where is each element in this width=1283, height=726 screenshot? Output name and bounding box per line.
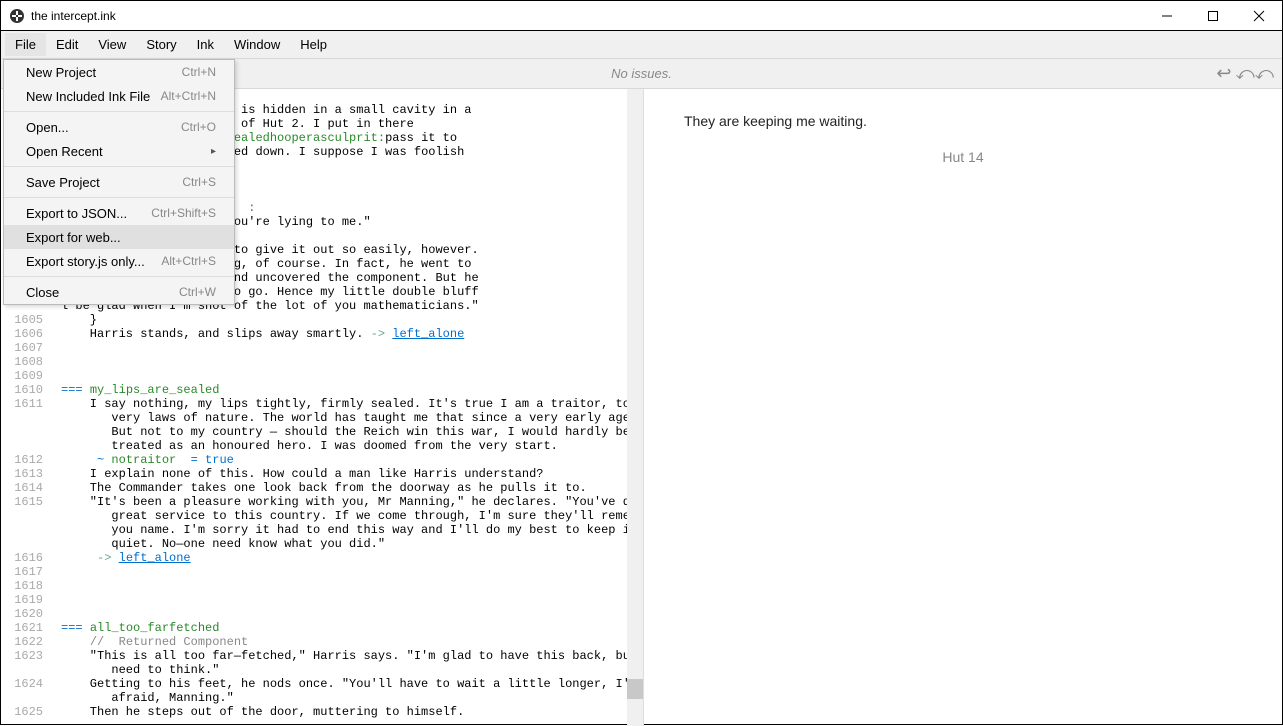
- story-text: They are keeping me waiting.: [684, 113, 1242, 129]
- menu-item-export-for-web-[interactable]: Export for web...: [4, 225, 234, 249]
- window-title: the intercept.ink: [31, 9, 116, 23]
- menu-help[interactable]: Help: [290, 33, 337, 56]
- status-text: No issues.: [611, 66, 672, 81]
- menu-item-save-project[interactable]: Save ProjectCtrl+S: [4, 170, 234, 194]
- menu-item-new-included-ink-file[interactable]: New Included Ink FileAlt+Ctrl+N: [4, 84, 234, 108]
- menu-item-open-[interactable]: Open...Ctrl+O: [4, 115, 234, 139]
- story-choice[interactable]: Hut 14: [684, 149, 1242, 165]
- menu-item-open-recent[interactable]: Open Recent: [4, 139, 234, 163]
- minimize-button[interactable]: [1144, 1, 1190, 31]
- file-menu-dropdown: New ProjectCtrl+NNew Included Ink FileAl…: [3, 59, 235, 305]
- app-icon: [9, 8, 25, 24]
- menu-item-close[interactable]: CloseCtrl+W: [4, 280, 234, 304]
- menu-story[interactable]: Story: [136, 33, 186, 56]
- titlebar: the intercept.ink: [1, 1, 1282, 31]
- scrollbar-thumb[interactable]: [627, 679, 643, 699]
- maximize-button[interactable]: [1190, 1, 1236, 31]
- menu-item-export-story-js-only-[interactable]: Export story.js only...Alt+Ctrl+S: [4, 249, 234, 273]
- menu-ink[interactable]: Ink: [187, 33, 224, 56]
- menu-file[interactable]: File: [5, 33, 46, 56]
- menubar: FileEditViewStoryInkWindowHelp: [1, 31, 1282, 59]
- rewind-arrow-icon[interactable]: ⤺⤺: [1236, 63, 1274, 84]
- menu-item-export-to-json-[interactable]: Export to JSON...Ctrl+Shift+S: [4, 201, 234, 225]
- menu-view[interactable]: View: [88, 33, 136, 56]
- menu-window[interactable]: Window: [224, 33, 290, 56]
- menu-edit[interactable]: Edit: [46, 33, 88, 56]
- close-button[interactable]: [1236, 1, 1282, 31]
- undo-arrow-icon[interactable]: ↩: [1216, 63, 1231, 84]
- scrollbar[interactable]: [627, 89, 643, 726]
- story-preview: They are keeping me waiting. Hut 14: [643, 89, 1282, 726]
- menu-item-new-project[interactable]: New ProjectCtrl+N: [4, 60, 234, 84]
